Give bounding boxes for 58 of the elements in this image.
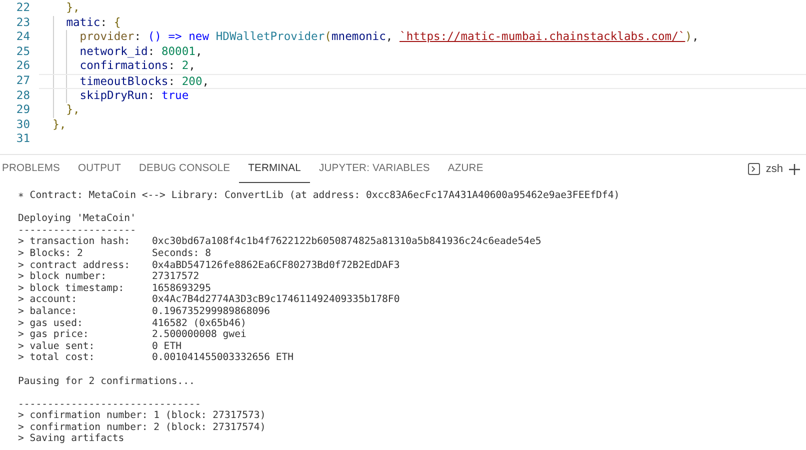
output-value: 2.500000008 gwei xyxy=(152,329,246,341)
panel-tab[interactable]: PROBLEMS xyxy=(2,155,70,183)
line-number: 27 xyxy=(15,74,30,89)
output-value: 0xc30bd67a108f4c1b4f7622122b6050874825a81310a5b841936c24c6eade54e5 xyxy=(152,236,542,248)
code-line: }, xyxy=(65,1,81,16)
line-number: 31 xyxy=(15,132,30,147)
output-value: 0 ETH xyxy=(152,340,182,352)
panel-tab[interactable]: TERMINAL xyxy=(239,155,310,183)
line-number: 23 xyxy=(15,16,30,30)
output-line: > confirmation number: 2 (block: 27317574) xyxy=(18,422,266,434)
output-value: 1658693295 xyxy=(152,282,211,294)
output-label: > Blocks: 2 xyxy=(18,248,84,260)
output-line: Deploying 'MetaCoin' xyxy=(18,213,136,225)
output-label: > contract address: xyxy=(18,260,132,272)
output-label: > block timestamp: xyxy=(18,282,126,294)
panel-tab[interactable]: DEBUG CONSOLE xyxy=(130,155,240,183)
terminal-icon[interactable] xyxy=(748,163,760,175)
line-number: 29 xyxy=(15,103,30,118)
panel-tab[interactable]: OUTPUT xyxy=(69,155,130,183)
panel-tab[interactable]: AZURE xyxy=(438,155,492,183)
output-label: > transaction hash: xyxy=(18,236,132,248)
code-line: network_id: 80001, xyxy=(39,44,806,60)
output-value: 416582 (0x65b46) xyxy=(152,318,246,330)
output-label: > gas price: xyxy=(18,329,90,341)
line-number: 22 xyxy=(15,1,30,16)
output-label: > value sent: xyxy=(18,340,96,352)
output-value: 0.001041455003332656 ETH xyxy=(152,352,294,364)
line-number: 24 xyxy=(15,30,30,45)
output-label: > total cost: xyxy=(18,352,96,364)
output-value: 0x4Ac7B4d2774A3D3cB9c174611492409335b178F0 xyxy=(152,294,400,306)
line-number: 25 xyxy=(15,44,30,60)
output-line: ∗ Contract: MetaCoin <--> Library: ConvertLib (at address: 0xcc83A6ecFc17A431A40600a95462e9ae3FEEfDf4) xyxy=(18,190,620,202)
code-line: timeoutBlocks: 200, xyxy=(39,74,806,89)
panel-tab[interactable]: JUPYTER: VARIABLES xyxy=(310,155,439,183)
output-value: Seconds: 8 xyxy=(152,248,211,260)
shell-name: zsh xyxy=(766,163,783,175)
code-line: provider: () => new HDWalletProvider(mnemonic, `https://matic-mumbai.chainstacklabs.com/`), xyxy=(39,30,806,45)
output-line: -------------------- xyxy=(18,224,136,236)
code-line: matic: { xyxy=(39,16,806,30)
output-line: ------------------------------- xyxy=(18,398,201,410)
output-label: > gas used: xyxy=(18,318,84,330)
output-line: > Saving artifacts xyxy=(18,433,124,446)
output-line: > confirmation number: 1 (block: 27317573) xyxy=(18,410,266,422)
code-line: skipDryRun: true xyxy=(39,88,806,104)
code-line: }, xyxy=(52,118,68,132)
output-value: 0x4aBD547126fe8862Ea6CF80273Bd0f72B2EdDAF3 xyxy=(152,260,400,272)
output-line: Pausing for 2 confirmations... xyxy=(18,376,195,388)
output-label: > block number: xyxy=(18,271,108,283)
code-line: }, xyxy=(39,103,806,118)
line-number: 30 xyxy=(15,118,30,132)
output-label: > account: xyxy=(18,294,78,306)
code-line: confirmations: 2, xyxy=(39,59,806,74)
output-label: > balance: xyxy=(18,306,78,318)
plus-icon[interactable] xyxy=(789,164,800,174)
output-value: 27317572 xyxy=(152,271,200,283)
output-value: 0.196735299989868096 xyxy=(152,306,270,318)
line-number: 28 xyxy=(15,88,30,104)
line-number: 26 xyxy=(15,59,30,74)
